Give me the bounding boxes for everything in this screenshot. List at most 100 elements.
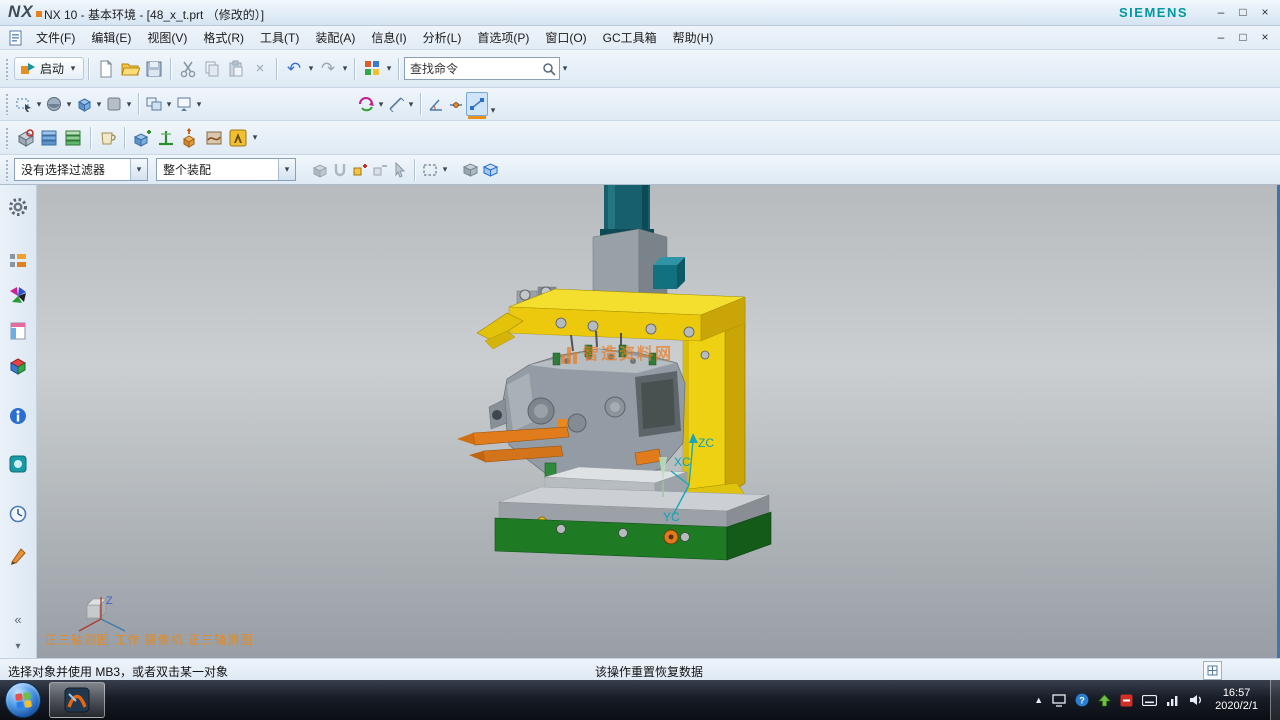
menu-file[interactable]: 文件(F)	[28, 26, 83, 49]
dropdown-icon[interactable]: ▾	[406, 99, 416, 110]
dropdown-icon[interactable]: ▾	[34, 99, 44, 110]
tray-chevron-icon[interactable]: ▲	[1034, 695, 1043, 705]
tray-update-icon[interactable]	[1098, 694, 1111, 707]
materials-button[interactable]	[5, 543, 31, 569]
menu-edit[interactable]: 编辑(E)	[83, 26, 139, 49]
open-component-button[interactable]	[38, 125, 62, 151]
redo-dropdown-icon[interactable]: ▾	[340, 63, 350, 74]
assembly-constraints-button[interactable]	[154, 125, 178, 151]
undo-button[interactable]: ↶	[282, 56, 306, 82]
orient-view-button[interactable]	[44, 93, 64, 115]
dropdown-icon[interactable]: ▾	[94, 99, 104, 110]
repeat-command-button[interactable]	[360, 56, 384, 82]
part-navigator-button[interactable]	[5, 318, 31, 344]
view-triad[interactable]: Z	[79, 595, 125, 631]
dropdown-icon[interactable]: ▾	[384, 63, 394, 74]
snap-angle-button[interactable]	[426, 94, 446, 116]
add-component-button[interactable]	[130, 125, 154, 151]
tray-keyboard-icon[interactable]	[1142, 695, 1157, 706]
dropdown-icon[interactable]: ▾	[164, 99, 174, 110]
filter-dropdown-icon[interactable]: ▾	[134, 164, 144, 175]
wireframe-select-button[interactable]	[480, 159, 500, 181]
select-hand-button[interactable]	[390, 159, 410, 181]
dropdown-icon[interactable]: ▾	[64, 99, 74, 110]
cut-button[interactable]	[176, 56, 200, 82]
toolbar-grip[interactable]	[5, 93, 10, 115]
command-finder[interactable]	[404, 57, 560, 80]
marquee-dropdown-icon[interactable]: ▾	[440, 164, 450, 175]
menu-format[interactable]: 格式(R)	[195, 26, 252, 49]
menu-assemblies[interactable]: 装配(A)	[307, 26, 363, 49]
3d-model[interactable]: ZC XC YC Z	[37, 185, 1279, 658]
web-browser-button[interactable]	[5, 403, 31, 429]
render-style-button[interactable]	[74, 93, 94, 115]
wave-geometry-button[interactable]	[202, 125, 226, 151]
scope-dropdown-icon[interactable]: ▾	[282, 164, 292, 175]
tray-help-icon[interactable]: ?	[1075, 693, 1089, 707]
new-file-button[interactable]	[94, 56, 118, 82]
synchronous-modeling-button[interactable]	[356, 93, 376, 115]
snap-dropdown-icon[interactable]: ▾	[488, 105, 498, 116]
window-manager-button[interactable]	[5, 451, 31, 477]
select-from-list-button[interactable]	[310, 159, 330, 181]
roles-gear-button[interactable]	[5, 194, 31, 220]
taskbar-clock[interactable]: 16:57 2020/2/1	[1215, 687, 1258, 713]
collapse-sidebar-button[interactable]: «	[14, 612, 21, 627]
toolbar-grip[interactable]	[5, 159, 10, 181]
menu-gc-toolbox[interactable]: GC工具箱	[595, 26, 665, 49]
child-minimize-button[interactable]: –	[1210, 28, 1232, 46]
new-parent-button[interactable]	[96, 125, 120, 151]
sequence-button[interactable]	[226, 125, 250, 151]
copy-button[interactable]	[200, 56, 224, 82]
show-desktop-button[interactable]	[1270, 680, 1280, 720]
assembly-navigator-button[interactable]	[5, 248, 31, 274]
save-button[interactable]	[142, 56, 166, 82]
window-layout-button[interactable]	[144, 93, 164, 115]
start-button[interactable]	[5, 682, 41, 718]
menu-view[interactable]: 视图(V)	[139, 26, 195, 49]
dropdown-icon[interactable]: ▾	[124, 99, 134, 110]
open-file-button[interactable]	[118, 56, 142, 82]
child-restore-button[interactable]: □	[1232, 28, 1254, 46]
move-component-button[interactable]	[178, 125, 202, 151]
command-search-input[interactable]	[408, 61, 542, 77]
menu-tools[interactable]: 工具(T)	[252, 26, 307, 49]
menu-preferences[interactable]: 首选项(P)	[469, 26, 537, 49]
taskbar-nx-app-button[interactable]	[49, 682, 105, 718]
search-dropdown-icon[interactable]: ▾	[560, 63, 570, 74]
graphics-viewport[interactable]: ZC XC YC Z 智造资料网	[37, 185, 1280, 658]
assembly-dropdown-icon[interactable]: ▾	[250, 132, 260, 143]
undo-dropdown-icon[interactable]: ▾	[306, 63, 316, 74]
selection-filter-combo[interactable]: 没有选择过滤器 ▾	[14, 158, 148, 181]
minimize-button[interactable]: –	[1210, 3, 1232, 21]
marquee-mode-button[interactable]	[420, 159, 440, 181]
model-teal-block[interactable]	[653, 257, 685, 289]
snap-add-button[interactable]	[350, 159, 370, 181]
tray-volume-icon[interactable]	[1189, 694, 1203, 706]
select-rectangle-button[interactable]	[14, 93, 34, 115]
constraint-navigator-button[interactable]	[5, 283, 31, 309]
snap-point-button[interactable]	[446, 94, 466, 116]
close-button[interactable]: ×	[1254, 3, 1276, 21]
toolbar-grip[interactable]	[5, 58, 10, 80]
menu-information[interactable]: 信息(I)	[363, 26, 414, 49]
deselect-button[interactable]	[370, 159, 390, 181]
highlight-selection-button[interactable]	[330, 159, 350, 181]
background-color-button[interactable]	[104, 93, 124, 115]
menu-analysis[interactable]: 分析(L)	[415, 26, 470, 49]
start-button[interactable]: 启动 ▾	[14, 57, 84, 80]
search-icon[interactable]	[542, 62, 556, 76]
dropdown-icon[interactable]: ▾	[194, 99, 204, 110]
component-group-button[interactable]	[62, 125, 86, 151]
tray-alert-icon[interactable]	[1120, 694, 1133, 707]
delete-button[interactable]: ×	[248, 56, 272, 82]
menu-window[interactable]: 窗口(O)	[537, 26, 594, 49]
title-bar[interactable]: NX NX 10 - 基本环境 - [48_x_t.prt （修改的）] SIE…	[0, 0, 1280, 26]
measure-button[interactable]	[386, 93, 406, 115]
status-dependency-icon[interactable]	[1203, 661, 1222, 680]
view-operations-button[interactable]	[174, 93, 194, 115]
tray-display-icon[interactable]	[1052, 694, 1066, 707]
selection-scope-combo[interactable]: 整个装配 ▾	[156, 158, 296, 181]
child-close-button[interactable]: ×	[1254, 28, 1276, 46]
history-button[interactable]	[5, 501, 31, 527]
